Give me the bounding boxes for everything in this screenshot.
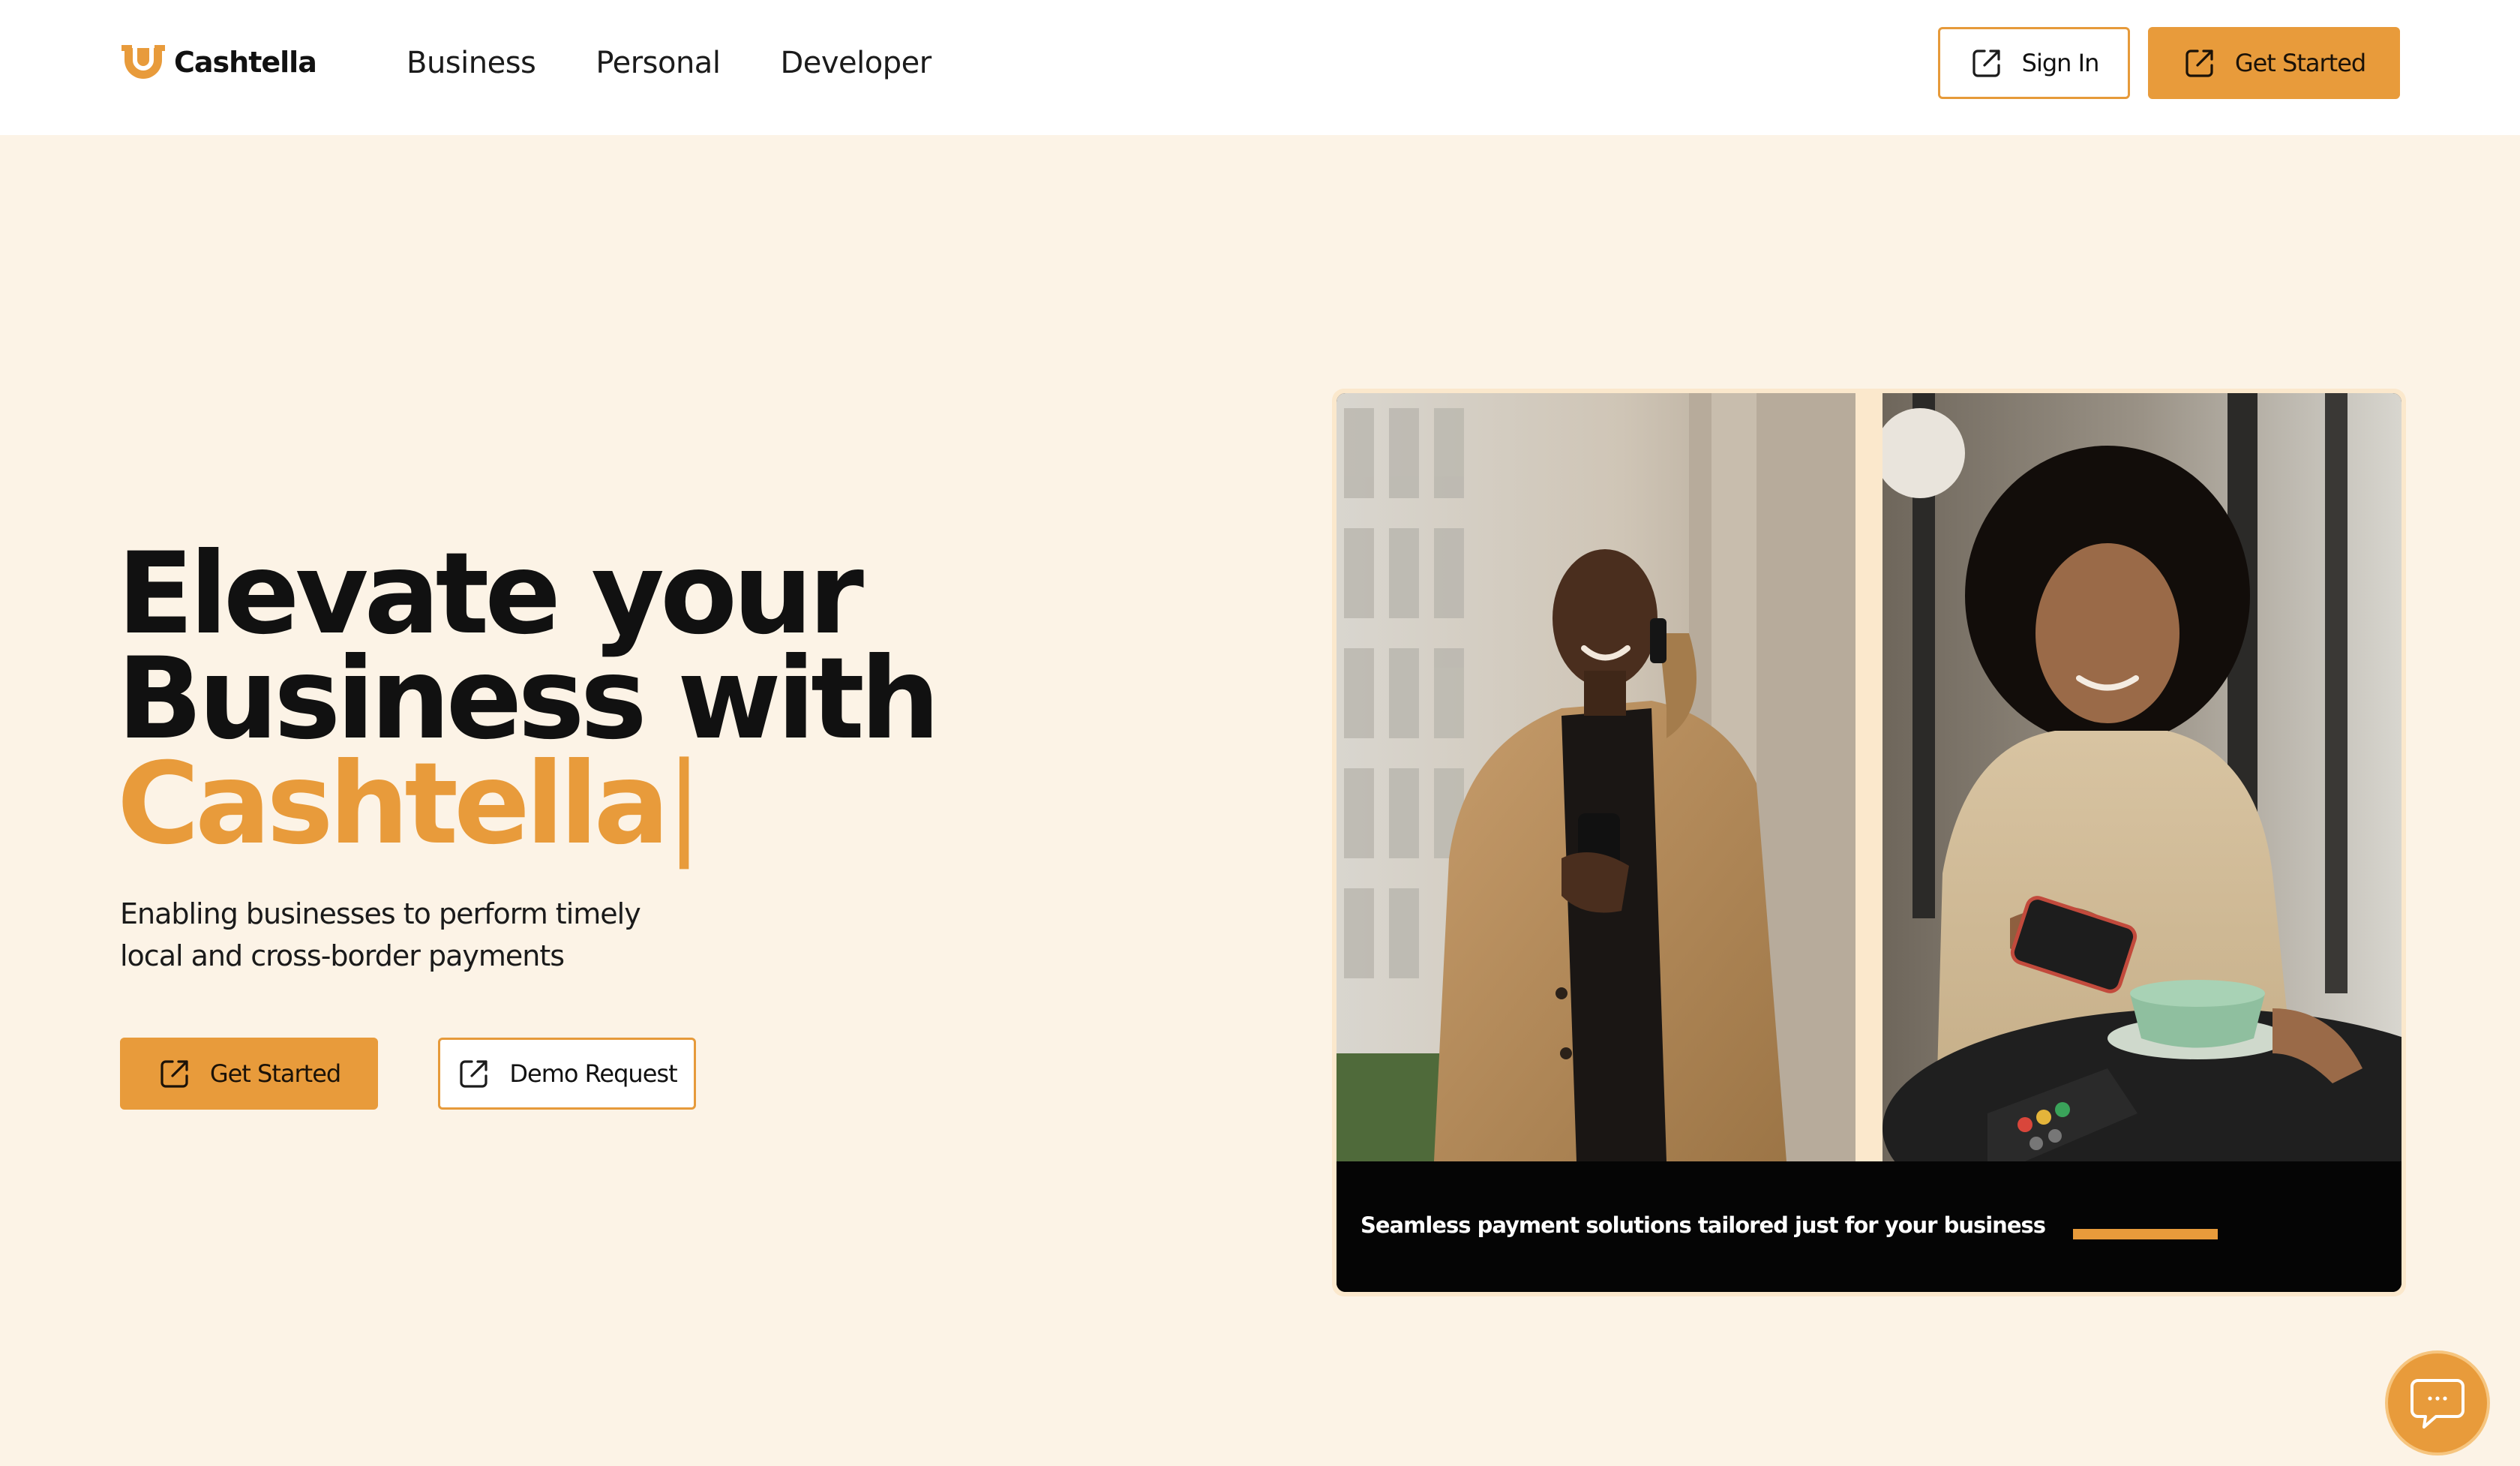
demo-request-button[interactable]: Demo Request [438, 1038, 696, 1110]
hero-image-carousel: Seamless payment solutions tailored just… [1332, 389, 2406, 1296]
external-link-icon [160, 1060, 188, 1088]
brand-logo[interactable]: Cashtella [118, 38, 317, 87]
photo-woman-paying-by-phone [1882, 393, 2402, 1161]
carousel-caption: Seamless payment solutions tailored just… [1360, 1212, 2046, 1238]
hero-get-started-label: Get Started [209, 1059, 341, 1088]
hero-subtitle: Enabling businesses to perform timely lo… [120, 897, 641, 972]
demo-request-label: Demo Request [509, 1059, 677, 1088]
hero-title: Elevate your Business with Cashtella| [117, 538, 1017, 861]
hero-get-started-button[interactable]: Get Started [120, 1038, 378, 1110]
top-navigation: Cashtella Business Personal Developer Si… [0, 0, 2520, 135]
sign-in-button[interactable]: Sign In [1938, 27, 2130, 99]
carousel-progress-bar [2073, 1229, 2218, 1239]
photo-businessman-on-phone [1336, 393, 1856, 1161]
external-link-icon [460, 1060, 488, 1088]
cashtella-logo-icon [122, 45, 165, 79]
carousel-frame: Seamless payment solutions tailored just… [1336, 393, 2402, 1292]
chat-widget-button[interactable] [2385, 1350, 2490, 1455]
external-link-icon [1972, 50, 2000, 77]
primary-nav: Business Personal Developer [406, 42, 932, 84]
hero-title-accent: Cashtella [117, 739, 670, 870]
sign-in-label: Sign In [2021, 49, 2100, 77]
photo-divider [1856, 393, 1882, 1161]
typing-caret: | [664, 739, 703, 870]
chat-bubble-icon [2410, 1379, 2464, 1428]
carousel-caption-bar: Seamless payment solutions tailored just… [1336, 1161, 2402, 1292]
brand-name: Cashtella [174, 46, 317, 79]
nav-get-started-button[interactable]: Get Started [2148, 27, 2400, 99]
external-link-icon [2186, 50, 2213, 77]
nav-link-developer[interactable]: Developer [780, 42, 932, 84]
nav-get-started-label: Get Started [2234, 49, 2366, 77]
nav-link-business[interactable]: Business [406, 42, 536, 84]
nav-link-personal[interactable]: Personal [596, 42, 721, 84]
